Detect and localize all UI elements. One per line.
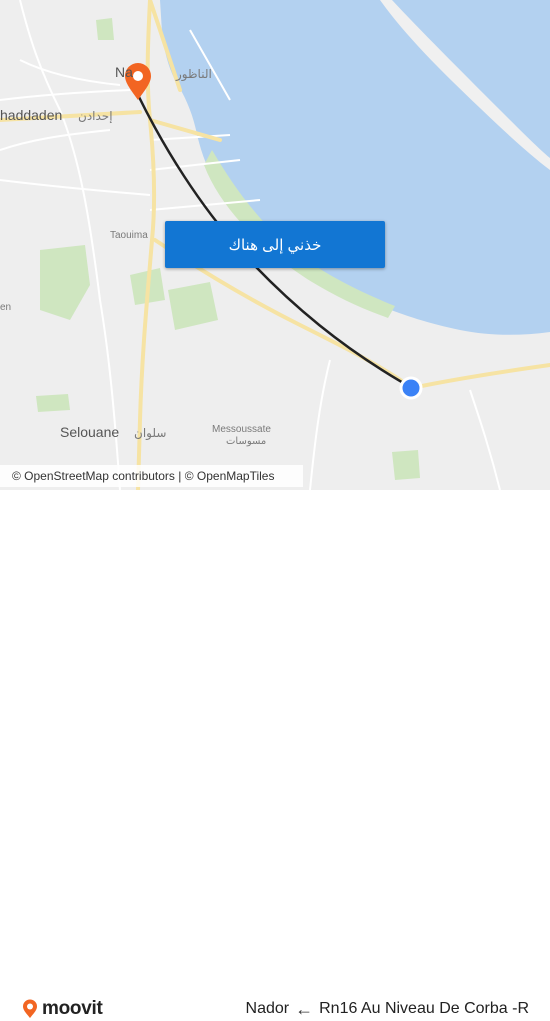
park-patch	[392, 450, 420, 480]
place-label-ihaddaden-arabic: إحدادن	[78, 109, 113, 123]
place-label-ihaddaden: haddaden	[0, 107, 63, 123]
map-frame: Na الناظور haddaden إحدادن Taouima en Se…	[0, 0, 550, 1019]
place-label-nador: Na	[115, 64, 133, 80]
route-summary: Nador ← Rn16 Au Niveau De Corba -R	[246, 998, 529, 1020]
park-patch	[96, 18, 114, 40]
place-label-selouane-arabic: سلوان	[134, 426, 167, 440]
take-me-there-button[interactable]: خذني إلى هناك	[165, 221, 385, 268]
attribution-text[interactable]: © OpenStreetMap contributors | © OpenMap…	[12, 469, 274, 483]
origin-marker[interactable]	[399, 376, 423, 400]
place-label-messoussate-arabic: مسوسات	[226, 436, 267, 447]
footer-bar: moovit Nador ← Rn16 Au Niveau De Corba -…	[0, 490, 550, 1019]
moovit-pin-icon	[23, 999, 37, 1018]
place-label-messoussate: Messoussate	[212, 424, 271, 435]
left-arrow-icon: ←	[295, 998, 314, 1019]
place-label-selouane: Selouane	[60, 424, 120, 440]
map-view[interactable]: Na الناظور haddaden إحدادن Taouima en Se…	[0, 0, 550, 490]
brand-name: moovit	[42, 998, 103, 1019]
route-destination: Nador	[245, 1000, 290, 1017]
map-attribution[interactable]: © OpenStreetMap contributors | © OpenMap…	[0, 465, 303, 487]
place-label-nador-arabic: الناظور	[176, 67, 212, 81]
place-label-edge: en	[0, 302, 12, 313]
moovit-logo[interactable]: moovit	[20, 997, 103, 1021]
place-label-taouima: Taouima	[110, 230, 148, 241]
park-patch	[36, 394, 70, 412]
route-origin: Rn16 Au Niveau De Corba -R	[319, 1000, 529, 1017]
